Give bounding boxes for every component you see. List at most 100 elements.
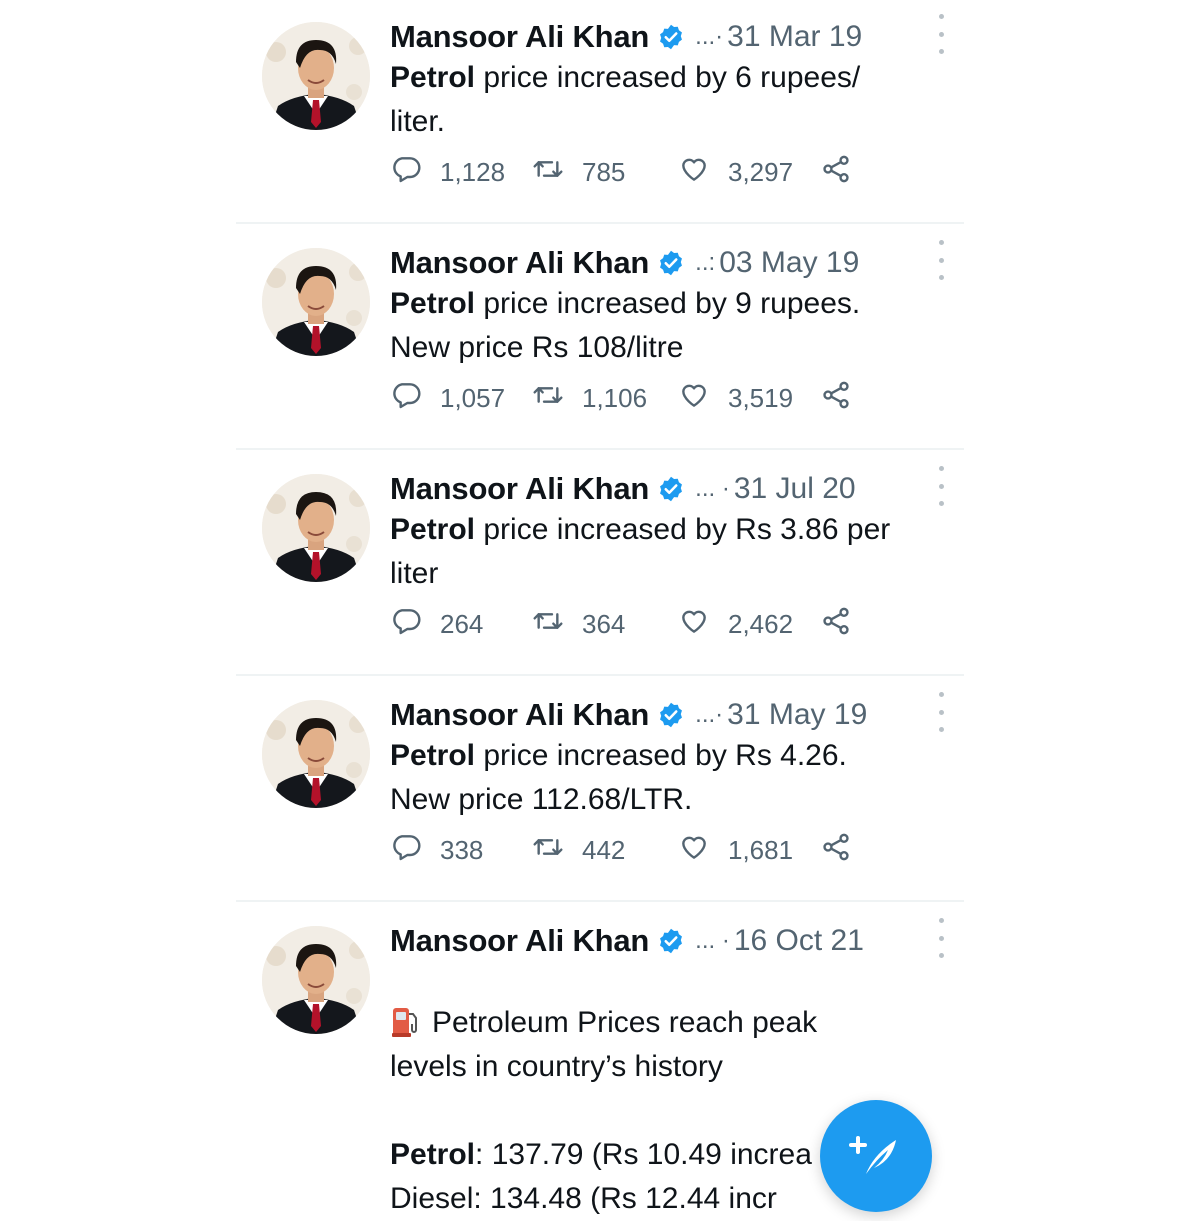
avatar[interactable] bbox=[262, 700, 370, 808]
avatar[interactable] bbox=[262, 248, 370, 356]
like-icon bbox=[678, 831, 728, 870]
compose-tweet-button[interactable] bbox=[820, 1100, 932, 1212]
verified-badge-icon bbox=[657, 701, 685, 729]
share-icon bbox=[820, 831, 870, 870]
tweet[interactable]: Mansoor Ali Khan ..: 03 May 19 Petrol pr… bbox=[236, 226, 964, 448]
like-button[interactable]: 3,519 bbox=[678, 379, 820, 418]
avatar[interactable] bbox=[262, 474, 370, 582]
author-name[interactable]: Mansoor Ali Khan bbox=[390, 923, 649, 959]
reply-button[interactable]: 1,128 bbox=[390, 153, 532, 192]
tweet-text-bold: Petrol bbox=[390, 739, 476, 772]
share-button[interactable] bbox=[820, 605, 870, 644]
like-count: 1,681 bbox=[728, 834, 794, 865]
like-icon bbox=[678, 605, 728, 644]
tweet-actions: 1,057 1,106 3,519 bbox=[390, 378, 870, 418]
more-options-icon[interactable] bbox=[936, 14, 946, 54]
tweet[interactable]: Mansoor Ali Khan ...· 31 May 19 Petrol p… bbox=[236, 678, 964, 900]
like-button[interactable]: 3,297 bbox=[678, 153, 820, 192]
like-button[interactable]: 2,462 bbox=[678, 605, 820, 644]
reply-count: 1,057 bbox=[440, 382, 506, 413]
header-separator: ...· bbox=[695, 23, 724, 50]
like-count: 2,462 bbox=[728, 608, 794, 639]
reply-count: 264 bbox=[440, 608, 484, 639]
header-separator: ... · bbox=[695, 475, 730, 502]
tweet-date[interactable]: 31 Jul 20 bbox=[734, 472, 856, 506]
tweet-header: Mansoor Ali Khan ...· 31 Mar 19 bbox=[390, 12, 950, 62]
tweet-text-lead: Petroleum Prices reach peak levels in co… bbox=[390, 1006, 818, 1083]
tweet-actions: 1,128 785 3,297 bbox=[390, 152, 870, 192]
tweet-header: Mansoor Ali Khan ... · 16 Oct 21 bbox=[390, 916, 950, 966]
like-count: 3,297 bbox=[728, 156, 794, 187]
divider bbox=[236, 222, 964, 224]
author-name[interactable]: Mansoor Ali Khan bbox=[390, 19, 649, 55]
tweet-text-diesel: Diesel: 134.48 (Rs 12.44 incr bbox=[390, 1182, 777, 1215]
header-separator: ..: bbox=[695, 249, 716, 276]
tweet-text-bold: Petrol bbox=[390, 287, 476, 320]
share-icon bbox=[820, 379, 870, 418]
retweet-icon bbox=[532, 605, 582, 644]
avatar[interactable] bbox=[262, 926, 370, 1034]
tweet-date[interactable]: 03 May 19 bbox=[719, 246, 859, 280]
tweet-text: Petrol price increased by 6 rupees/ lite… bbox=[390, 56, 950, 144]
retweet-button[interactable]: 785 bbox=[532, 153, 678, 192]
tweet-actions: 264 364 2,462 bbox=[390, 604, 870, 644]
tweet-date[interactable]: 16 Oct 21 bbox=[734, 924, 864, 958]
reply-button[interactable]: 264 bbox=[390, 605, 532, 644]
more-options-icon[interactable] bbox=[936, 692, 946, 732]
verified-badge-icon bbox=[657, 475, 685, 503]
divider bbox=[236, 448, 964, 450]
reply-count: 1,128 bbox=[440, 156, 506, 187]
reply-button[interactable]: 338 bbox=[390, 831, 532, 870]
tweet[interactable]: Mansoor Ali Khan ...· 31 Mar 19 Petrol p… bbox=[236, 0, 964, 222]
tweet-text: Petrol price increased by Rs 4.26. New p… bbox=[390, 734, 950, 822]
share-icon bbox=[820, 605, 870, 644]
more-options-icon[interactable] bbox=[936, 240, 946, 280]
tweet-text-bold: Petrol bbox=[390, 1138, 476, 1171]
reply-button[interactable]: 1,057 bbox=[390, 379, 532, 418]
tweet-header: Mansoor Ali Khan ... · 31 Jul 20 bbox=[390, 464, 950, 514]
like-button[interactable]: 1,681 bbox=[678, 831, 820, 870]
tweet-actions: 338 442 1,681 bbox=[390, 830, 870, 870]
tweet-date[interactable]: 31 Mar 19 bbox=[727, 20, 862, 54]
share-button[interactable] bbox=[820, 831, 870, 870]
retweet-count: 1,106 bbox=[582, 382, 648, 413]
retweet-icon bbox=[532, 153, 582, 192]
header-separator: ...· bbox=[695, 701, 724, 728]
retweet-count: 364 bbox=[582, 608, 626, 639]
share-button[interactable] bbox=[820, 153, 870, 192]
like-count: 3,519 bbox=[728, 382, 794, 413]
more-options-icon[interactable] bbox=[936, 466, 946, 506]
timeline: Mansoor Ali Khan ...· 31 Mar 19 Petrol p… bbox=[0, 0, 1200, 1215]
author-name[interactable]: Mansoor Ali Khan bbox=[390, 245, 649, 281]
retweet-button[interactable]: 442 bbox=[532, 831, 678, 870]
divider bbox=[236, 900, 964, 902]
reply-icon bbox=[390, 605, 440, 644]
tweet-text: Petrol price increased by Rs 3.86 per li… bbox=[390, 508, 950, 596]
tweet-text: Petrol price increased by 9 rupees. New … bbox=[390, 282, 950, 370]
tweet-text-petrol: : 137.79 (Rs 10.49 increa bbox=[475, 1138, 812, 1171]
like-icon bbox=[678, 153, 728, 192]
share-button[interactable] bbox=[820, 379, 870, 418]
share-icon bbox=[820, 153, 870, 192]
reply-icon bbox=[390, 379, 440, 418]
like-icon bbox=[678, 379, 728, 418]
author-name[interactable]: Mansoor Ali Khan bbox=[390, 471, 649, 507]
retweet-count: 442 bbox=[582, 834, 626, 865]
avatar[interactable] bbox=[262, 22, 370, 130]
verified-badge-icon bbox=[657, 927, 685, 955]
verified-badge-icon bbox=[657, 249, 685, 277]
retweet-button[interactable]: 1,106 bbox=[532, 379, 678, 418]
author-name[interactable]: Mansoor Ali Khan bbox=[390, 697, 649, 733]
more-options-icon[interactable] bbox=[936, 918, 946, 958]
retweet-button[interactable]: 364 bbox=[532, 605, 678, 644]
tweet-date[interactable]: 31 May 19 bbox=[727, 698, 867, 732]
retweet-icon bbox=[532, 831, 582, 870]
header-separator: ... · bbox=[695, 927, 730, 954]
reply-count: 338 bbox=[440, 834, 484, 865]
tweet-text-bold: Petrol bbox=[390, 61, 476, 94]
tweet[interactable]: Mansoor Ali Khan ... · 31 Jul 20 Petrol … bbox=[236, 452, 964, 674]
fuel-pump-icon bbox=[390, 960, 420, 1037]
tweet-header: Mansoor Ali Khan ...· 31 May 19 bbox=[390, 690, 950, 740]
tweet-header: Mansoor Ali Khan ..: 03 May 19 bbox=[390, 238, 950, 288]
reply-icon bbox=[390, 153, 440, 192]
